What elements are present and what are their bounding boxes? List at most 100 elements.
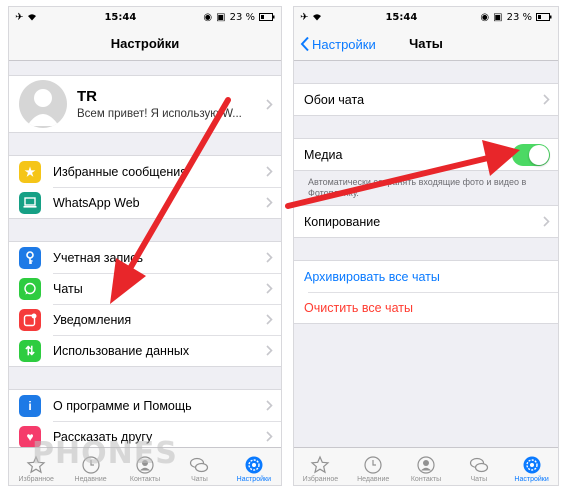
tab-chats[interactable]: Чаты [452, 448, 505, 485]
settings-gear-icon [245, 456, 263, 474]
settings-item-label: Уведомления [53, 312, 132, 327]
status-time: 15:44 [385, 11, 418, 23]
settings-item-notifications[interactable]: Уведомления [9, 304, 281, 335]
settings-item-label: О программе и Помощь [53, 398, 192, 413]
tab-recent[interactable]: Недавние [347, 448, 400, 485]
settings-item-about-help[interactable]: i О программе и Помощь [9, 390, 281, 421]
location-icon: ◉ [480, 11, 490, 23]
profile-name: TR [77, 88, 97, 105]
tab-label: Избранное [18, 476, 54, 483]
laptop-icon [19, 191, 41, 214]
settings-item-whatsapp-web[interactable]: WhatsApp Web [9, 187, 281, 218]
info-icon: i [19, 394, 41, 417]
chevron-right-icon [266, 431, 273, 442]
clear-all-label: Очистить все чаты [304, 300, 413, 315]
chevron-right-icon [266, 400, 273, 411]
screen-mirror-icon: ▣ [216, 11, 226, 23]
tab-label: Недавние [357, 476, 390, 483]
clock-icon [364, 456, 382, 474]
back-button[interactable]: Настройки [300, 27, 376, 61]
tab-settings[interactable]: Настройки [227, 448, 281, 485]
tab-label: Настройки [514, 476, 549, 483]
tab-label: Настройки [236, 476, 271, 483]
screen-mirror-icon: ▣ [493, 11, 503, 23]
media-footnote: Автоматически сохранять входящие фото и … [308, 177, 527, 199]
chevron-right-icon [266, 252, 273, 263]
tab-bar: Избранное Недавние Контакты Чаты Настрой… [294, 447, 558, 485]
settings-item-account[interactable]: Учетная запись [9, 242, 281, 273]
chevron-right-icon [266, 98, 273, 110]
profile-row[interactable]: TR Всем привет! Я использую W... [9, 75, 281, 133]
settings-item-data-usage[interactable]: ⇅ Использование данных [9, 335, 281, 366]
chevron-right-icon [543, 94, 550, 105]
airplane-icon: ✈ [15, 11, 24, 23]
actions-group: Архивировать все чаты Очистить все чаты [294, 260, 558, 324]
status-bar: ✈ 15:44 ◉ ▣ 23 % [294, 7, 558, 27]
settings-group-2: Учетная запись Чаты Уведомления ⇅ Исполь… [9, 241, 281, 367]
tab-contacts[interactable]: Контакты [400, 448, 453, 485]
wifi-icon [28, 14, 37, 21]
back-label: Настройки [312, 36, 376, 52]
contact-icon [417, 456, 435, 474]
avatar [19, 80, 67, 128]
chat-bubbles-icon [190, 457, 209, 473]
location-icon: ◉ [203, 11, 213, 23]
media-group: Медиа [294, 138, 558, 171]
nav-bar: Настройки Чаты [294, 27, 558, 61]
tab-label: Чаты [191, 476, 208, 483]
nav-bar: Настройки [9, 27, 281, 61]
tab-chats[interactable]: Чаты [172, 448, 226, 485]
chat-wallpaper-item[interactable]: Обои чата [294, 84, 558, 115]
battery-percent: 23 % [506, 11, 532, 23]
status-time: 15:44 [104, 11, 137, 23]
settings-item-label: WhatsApp Web [53, 195, 140, 210]
airplane-icon: ✈ [300, 11, 309, 23]
tab-label: Контакты [129, 476, 161, 483]
settings-item-label: Учетная запись [53, 250, 144, 265]
media-toggle[interactable] [512, 143, 550, 166]
media-label: Медиа [304, 147, 343, 162]
settings-item-starred[interactable]: ★ Избранные сообщения [9, 156, 281, 187]
tab-label: Недавние [74, 476, 107, 483]
tab-label: Чаты [470, 476, 488, 483]
media-item: Медиа [294, 139, 558, 170]
battery-icon [258, 13, 275, 21]
chat-bubbles-icon [469, 457, 488, 473]
settings-item-chats[interactable]: Чаты [9, 273, 281, 304]
star-outline-icon [310, 455, 330, 474]
wallpaper-group: Обои чата [294, 83, 558, 116]
watermark: PHONES [32, 436, 178, 471]
settings-gear-icon [523, 456, 541, 474]
clear-all-chats-button[interactable]: Очистить все чаты [294, 292, 558, 323]
settings-screen: ✈ 15:44 ◉ ▣ 23 % Настройки TR Всем приве… [8, 6, 282, 486]
tab-favorites[interactable]: Избранное [294, 448, 347, 485]
whatsapp-icon [19, 277, 41, 300]
archive-all-chats-button[interactable]: Архивировать все чаты [294, 261, 558, 292]
chevron-right-icon [266, 283, 273, 294]
chat-wallpaper-label: Обои чата [304, 92, 365, 107]
archive-all-label: Архивировать все чаты [304, 269, 440, 284]
key-icon [19, 246, 41, 269]
chats-settings-screen: ✈ 15:44 ◉ ▣ 23 % Настройки Чаты Обои чат… [293, 6, 559, 486]
star-icon: ★ [19, 160, 41, 183]
chevron-right-icon [266, 197, 273, 208]
chevron-right-icon [543, 216, 550, 227]
chevron-right-icon [266, 345, 273, 356]
battery-icon [535, 13, 552, 21]
page-title: Чаты [409, 36, 443, 51]
backup-group: Копирование [294, 205, 558, 238]
page-title: Настройки [110, 36, 180, 51]
tab-label: Контакты [410, 476, 442, 483]
chevron-left-icon [300, 36, 309, 52]
settings-item-label: Чаты [53, 281, 83, 296]
settings-item-label: Избранные сообщения [53, 164, 188, 179]
tab-settings[interactable]: Настройки [505, 448, 558, 485]
notification-icon [19, 308, 41, 331]
tab-label: Избранное [302, 476, 339, 483]
status-bar: ✈ 15:44 ◉ ▣ 23 % [9, 7, 281, 27]
chat-backup-label: Копирование [304, 214, 381, 229]
chevron-right-icon [266, 166, 273, 177]
chat-backup-item[interactable]: Копирование [294, 206, 558, 237]
chevron-right-icon [266, 314, 273, 325]
settings-group-1: ★ Избранные сообщения WhatsApp Web [9, 155, 281, 219]
